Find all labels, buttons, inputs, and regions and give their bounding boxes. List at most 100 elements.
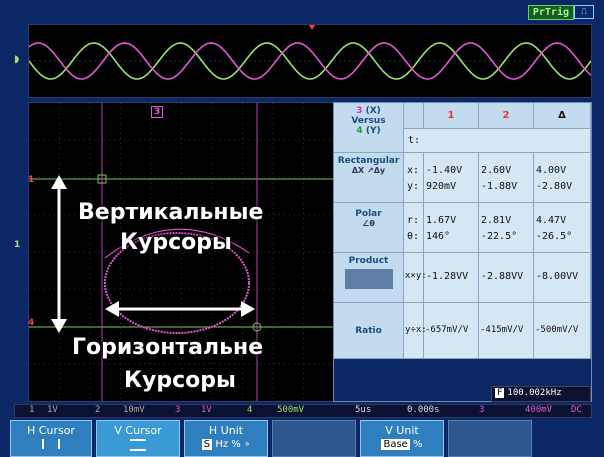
product-label: Product (348, 256, 389, 266)
polar-delta-r: 4.47V (536, 215, 567, 226)
horizontal-arrow-head-left (105, 301, 119, 317)
horizontal-cursors-label-line2: Курсоры (124, 368, 236, 393)
vertical-cursors-label-line2: Курсоры (120, 230, 232, 255)
ch4-scale: 500mV (277, 405, 305, 415)
ratio-c1: -657mV/V (424, 303, 479, 359)
versus-y-channel: 4 (356, 126, 363, 136)
ratio-subs: y÷x: (404, 303, 427, 359)
polar-c2-r: 2.81V (481, 215, 512, 226)
softkey-4-disabled[interactable] (272, 420, 356, 457)
trigger-source: 3 (479, 405, 485, 415)
overview-waveform-window (28, 24, 592, 98)
rect-sub-x: x: (407, 165, 420, 176)
rect-delta-y: -2.80V (536, 181, 573, 192)
rectangular-row-label: Rectangular ΔX ↗Δy (334, 153, 404, 203)
polar-c2-theta: -22.5° (481, 231, 518, 242)
polar-c1-r: 1.67V (426, 215, 457, 226)
product-area-icon (344, 269, 393, 289)
header-spacer (404, 103, 424, 129)
polar-label: Polar (355, 209, 382, 219)
t-label: t: (408, 135, 421, 146)
polar-delta: 4.47V -26.5° (534, 203, 591, 253)
h-unit-options: Hz % ∘ (215, 439, 251, 450)
freq-label: F (495, 388, 505, 398)
overview-waveform-svg (28, 25, 592, 80)
v-cursor-softkey[interactable]: V Cursor (96, 420, 180, 457)
ratio-c1-val: -657mV/V (425, 325, 469, 335)
product-delta: -8.00VV (534, 253, 591, 303)
timebase: 5us (355, 405, 372, 415)
versus-header: 3 (X) Versus 4 (Y) (334, 103, 404, 153)
ch2-scale: 10mV (123, 405, 145, 415)
product-c2: -2.88VV (479, 253, 534, 303)
ratio-delta-val: -500mV/V (535, 325, 579, 335)
ch4-marker-bottom: 4 (28, 318, 35, 328)
polar-row-label: Polar ∠θ (334, 203, 404, 253)
h-unit-softkey[interactable]: H Unit S Hz % ∘ (184, 420, 268, 457)
v-unit-label: V Unit (385, 424, 419, 437)
versus-x-axis: (X) (365, 106, 381, 116)
h-cursor-icon (42, 439, 60, 449)
trigger-position: 0.000s (407, 405, 440, 415)
cursor1-column-header: 1 (424, 103, 479, 129)
polar-delta-theta: -26.5° (536, 231, 573, 242)
v-unit-options: % (413, 439, 423, 450)
ch1-indicator: 1 (29, 405, 35, 415)
trigger-position-marker (309, 25, 315, 30)
product-c1: -1.28VV (424, 253, 479, 303)
h-unit-selected: S (201, 439, 213, 450)
horizontal-arrow-head-right (241, 301, 255, 317)
rect-c2-x: 2.60V (481, 165, 512, 176)
versus-x-channel: 3 (356, 106, 363, 116)
cursor-measurement-table: 3 (X) Versus 4 (Y) 1 2 Δ t: Rectangular Δ… (333, 102, 592, 402)
polar-subs: r: θ: (404, 203, 424, 253)
rect-c2: 2.60V -1.88V (479, 153, 534, 203)
trigger-level: 400mV (525, 405, 553, 415)
ch3-indicator: 3 (175, 405, 181, 415)
ch1-marker-mid: 1 (14, 240, 21, 250)
rect-c2-y: -1.88V (481, 181, 518, 192)
ch1-marker-top: 1 (28, 175, 35, 185)
trigger-status-badge: PrTrig (527, 5, 574, 20)
product-c1-val: -1.28VV (426, 271, 469, 282)
ch2-indicator: 2 (95, 405, 101, 415)
frequency-readout: F 100.002kHz (491, 386, 591, 402)
ch4-indicator: 4 (247, 405, 253, 415)
ratio-row-label: Ratio (334, 303, 404, 359)
ch3-top-marker: 3 (151, 106, 164, 118)
ch3-scale: 1V (201, 405, 212, 415)
polar-c1-theta: 146° (426, 231, 451, 242)
vertical-cursors-label-line1: Вертикальные (78, 200, 264, 225)
polar-c1: 1.67V 146° (424, 203, 479, 253)
versus-label: Versus (351, 116, 386, 126)
h-cursor-softkey[interactable]: H Cursor (10, 420, 92, 457)
product-c2-val: -2.88VV (481, 271, 524, 282)
rect-subs: x: y: (404, 153, 424, 203)
channel-status-bar: 1 1V 2 10mV 3 1V 4 500mV 5us 0.000s 3 40… (14, 404, 592, 418)
product-row-label: Product (334, 253, 404, 303)
v-cursor-icon (130, 439, 146, 451)
trigger-coupling: DC (571, 405, 582, 415)
t-row: t: (404, 129, 591, 153)
ratio-label: Ratio (355, 326, 382, 336)
delta-column-header: Δ (534, 103, 591, 129)
product-delta-val: -8.00VV (536, 271, 579, 282)
versus-y-axis: (Y) (365, 126, 381, 136)
h-unit-label: H Unit (208, 424, 244, 437)
trigger-edge-icon: ⎍ (574, 5, 594, 19)
rect-c1-x: -1.40V (426, 165, 463, 176)
rect-c1: -1.40V 920mV (424, 153, 479, 203)
v-unit-softkey[interactable]: V Unit Base % (360, 420, 444, 457)
softkey-6-disabled[interactable] (448, 420, 532, 457)
rect-sub-y: y: (407, 181, 420, 192)
overview-ch-marker-icon: ◗ (14, 54, 20, 65)
rect-delta: 4.00V -2.80V (534, 153, 591, 203)
h-cursor-label: H Cursor (27, 424, 75, 437)
ratio-c2-val: -415mV/V (480, 325, 524, 335)
cursor2-column-header: 2 (479, 103, 534, 129)
ratio-delta: -500mV/V (534, 303, 591, 359)
horizontal-cursors-label-line1: Горизонтальне (72, 335, 264, 360)
ratio-c2: -415mV/V (479, 303, 534, 359)
polar-c2: 2.81V -22.5° (479, 203, 534, 253)
freq-value: 100.002kHz (507, 388, 562, 398)
